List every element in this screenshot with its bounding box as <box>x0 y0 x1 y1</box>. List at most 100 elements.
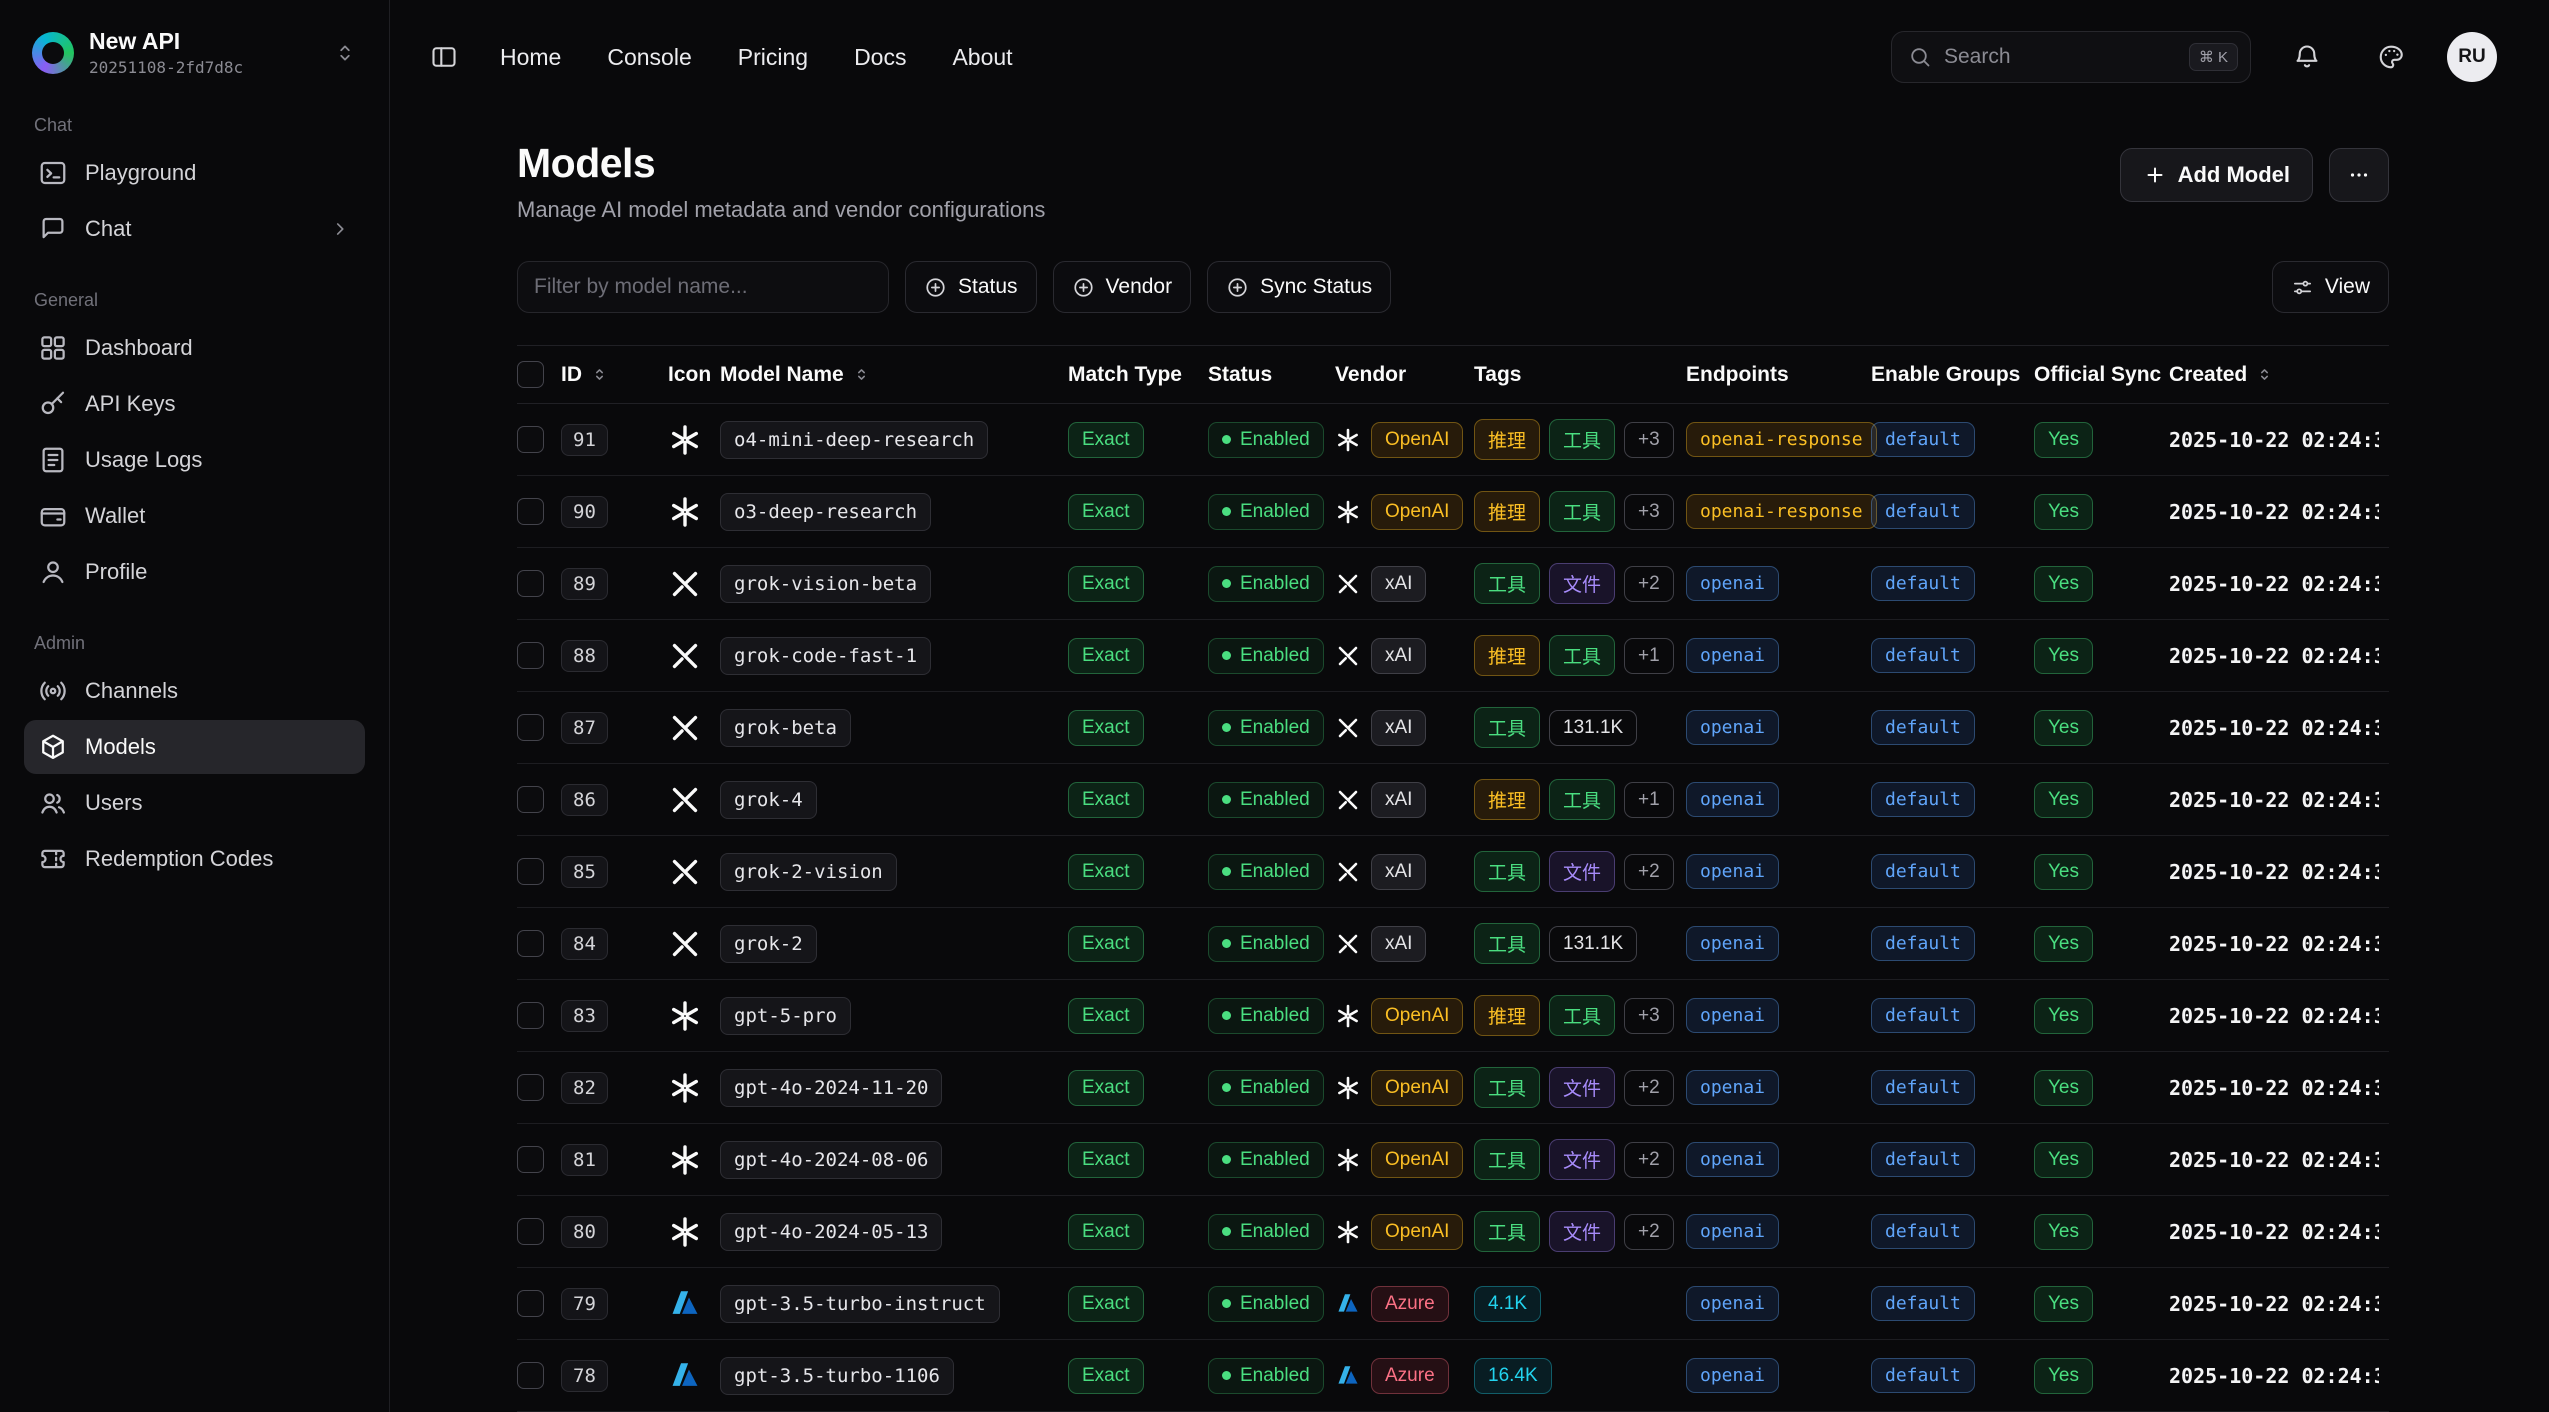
row-match-cell: Exact <box>1068 422 1208 458</box>
row-checkbox[interactable] <box>517 1002 544 1029</box>
row-id-cell: 79 <box>561 1288 668 1320</box>
model-name[interactable]: gpt-3.5-turbo-instruct <box>720 1285 1000 1323</box>
created-timestamp: 2025-10-22 02:24:3 <box>2169 428 2379 452</box>
model-filter-box[interactable] <box>517 261 889 313</box>
row-checkbox[interactable] <box>517 1218 544 1245</box>
model-name[interactable]: gpt-4o-2024-08-06 <box>720 1141 942 1179</box>
vendor-badge: OpenAI <box>1371 998 1463 1034</box>
model-filter-input[interactable] <box>534 275 872 299</box>
model-name[interactable]: o4-mini-deep-research <box>720 421 988 459</box>
sort-button-id[interactable] <box>590 365 609 384</box>
model-name[interactable]: grok-beta <box>720 709 851 747</box>
column-header-icon: Icon <box>668 363 720 387</box>
status-label: Enabled <box>1240 1005 1310 1027</box>
row-checkbox[interactable] <box>517 1146 544 1173</box>
nav-link-console[interactable]: Console <box>607 44 691 71</box>
sidebar-item-api-keys[interactable]: API Keys <box>24 377 365 431</box>
xai-icon <box>668 855 702 889</box>
search-box[interactable]: ⌘ K <box>1891 31 2251 83</box>
xai-icon <box>668 639 702 673</box>
sidebar-item-wallet[interactable]: Wallet <box>24 489 365 543</box>
notifications-button[interactable] <box>2279 29 2335 85</box>
view-button-label: View <box>2325 275 2370 299</box>
column-header-label: ID <box>561 363 582 387</box>
row-sync-cell: Yes <box>2034 566 2169 602</box>
model-name[interactable]: gpt-5-pro <box>720 997 851 1035</box>
sidebar-item-profile[interactable]: Profile <box>24 545 365 599</box>
nav-link-pricing[interactable]: Pricing <box>738 44 808 71</box>
filter-vendor-button[interactable]: Vendor <box>1053 261 1192 313</box>
nav-link-home[interactable]: Home <box>500 44 561 71</box>
official-sync-badge: Yes <box>2034 1070 2093 1106</box>
column-header-endpoints: Endpoints <box>1686 363 1871 387</box>
sidebar-item-redemption-codes[interactable]: Redemption Codes <box>24 832 365 886</box>
sidebar-item-channels[interactable]: Channels <box>24 664 365 718</box>
row-created-cell: 2025-10-22 02:24:3 <box>2169 788 2389 812</box>
row-created-cell: 2025-10-22 02:24:3 <box>2169 1292 2389 1316</box>
sidebar-item-dashboard[interactable]: Dashboard <box>24 321 365 375</box>
nav-link-docs[interactable]: Docs <box>854 44 906 71</box>
row-checkbox[interactable] <box>517 786 544 813</box>
row-model-cell: o4-mini-deep-research <box>720 421 1068 459</box>
vendor-badge: Azure <box>1371 1358 1449 1394</box>
model-name[interactable]: gpt-3.5-turbo-1106 <box>720 1357 954 1395</box>
model-name[interactable]: o3-deep-research <box>720 493 931 531</box>
row-vendor-cell: xAI <box>1335 638 1474 674</box>
chevrons-up-down-icon[interactable] <box>333 41 357 65</box>
avatar[interactable]: RU <box>2447 32 2497 82</box>
row-endpoints-cell: openai-response <box>1686 494 1871 529</box>
tag-badge: 文件 <box>1549 1139 1615 1180</box>
sidebar-item-label: Usage Logs <box>85 447 202 473</box>
add-model-button[interactable]: Add Model <box>2120 148 2313 202</box>
sidebar-item-users[interactable]: Users <box>24 776 365 830</box>
row-checkbox[interactable] <box>517 1074 544 1101</box>
model-name[interactable]: gpt-4o-2024-11-20 <box>720 1069 942 1107</box>
row-checkbox[interactable] <box>517 642 544 669</box>
theme-button[interactable] <box>2363 29 2419 85</box>
row-checkbox[interactable] <box>517 1362 544 1389</box>
model-name[interactable]: grok-4 <box>720 781 817 819</box>
row-checkbox[interactable] <box>517 1290 544 1317</box>
view-button[interactable]: View <box>2272 261 2389 313</box>
sidebar-toggle-button[interactable] <box>416 29 472 85</box>
column-header-created: Created <box>2169 363 2389 387</box>
row-checkbox[interactable] <box>517 858 544 885</box>
sort-button-model-name[interactable] <box>852 365 871 384</box>
sidebar-item-usage-logs[interactable]: Usage Logs <box>24 433 365 487</box>
sidebar-item-models[interactable]: Models <box>24 720 365 774</box>
model-name[interactable]: grok-vision-beta <box>720 565 931 603</box>
workspace-switcher[interactable]: New API 20251108-2fd7d8c <box>24 24 365 81</box>
row-checkbox[interactable] <box>517 570 544 597</box>
filter-sync-status-button[interactable]: Sync Status <box>1207 261 1391 313</box>
created-timestamp: 2025-10-22 02:24:3 <box>2169 500 2379 524</box>
row-checkbox[interactable] <box>517 714 544 741</box>
row-checkbox[interactable] <box>517 498 544 525</box>
match-type-badge: Exact <box>1068 782 1144 818</box>
model-name[interactable]: gpt-4o-2024-05-13 <box>720 1213 942 1251</box>
plus-icon <box>2143 163 2167 187</box>
search-input[interactable] <box>1944 45 2177 69</box>
status-badge: Enabled <box>1208 1142 1324 1178</box>
official-sync-badge: Yes <box>2034 782 2093 818</box>
select-all-checkbox[interactable] <box>517 361 544 388</box>
sidebar-item-playground[interactable]: Playground <box>24 146 365 200</box>
sidebar-item-chat[interactable]: Chat <box>24 202 365 256</box>
row-checkbox[interactable] <box>517 930 544 957</box>
sort-button-created[interactable] <box>2255 365 2274 384</box>
model-name[interactable]: grok-code-fast-1 <box>720 637 931 675</box>
more-actions-button[interactable] <box>2329 148 2389 202</box>
nav-link-about[interactable]: About <box>952 44 1012 71</box>
status-label: Enabled <box>1240 861 1310 883</box>
filter-status-button[interactable]: Status <box>905 261 1037 313</box>
sidebar-section-label: General <box>34 290 355 311</box>
table-row: 85grok-2-visionExactEnabledxAI工具文件+2open… <box>517 836 2389 908</box>
xai-icon <box>1335 715 1361 741</box>
status-dot-icon <box>1222 795 1231 804</box>
openai-icon <box>1335 499 1361 525</box>
row-model-cell: grok-beta <box>720 709 1068 747</box>
model-name[interactable]: grok-2 <box>720 925 817 963</box>
azure-icon <box>668 1359 702 1393</box>
model-name[interactable]: grok-2-vision <box>720 853 897 891</box>
row-checkbox[interactable] <box>517 426 544 453</box>
official-sync-badge: Yes <box>2034 494 2093 530</box>
